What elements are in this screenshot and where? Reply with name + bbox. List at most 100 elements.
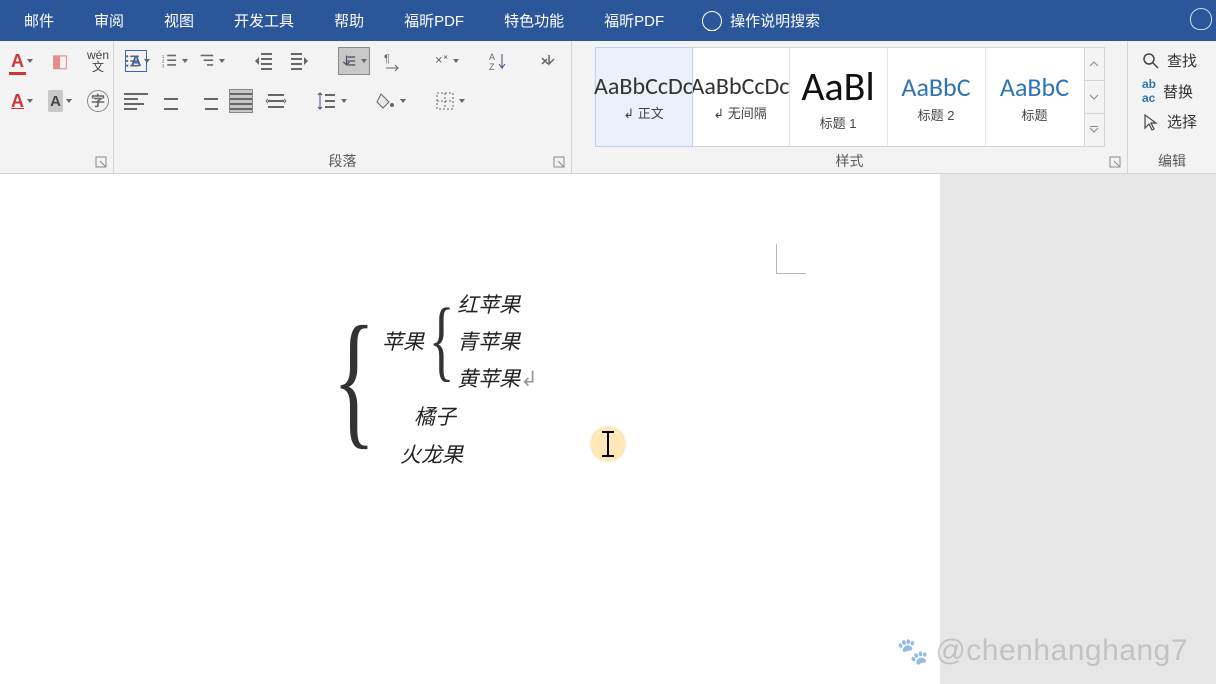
equation-content[interactable]: { 苹果 { 红苹果 青苹果 黄苹果↲ 橘子 火龙果 (318, 289, 538, 469)
sibling-item: 橘子 (414, 401, 456, 431)
svg-text:Z: Z (489, 62, 495, 72)
page[interactable]: { 苹果 { 红苹果 青苹果 黄苹果↲ 橘子 火龙果 (0, 174, 940, 684)
style-nospacing[interactable]: AaBbCcDc ↲ 无间隔 (692, 48, 790, 146)
menu-help[interactable]: 帮助 (314, 0, 384, 41)
inner-item: 黄苹果↲ (457, 363, 538, 393)
align-center-button[interactable] (159, 89, 183, 113)
replace-label: 替换 (1163, 81, 1193, 102)
find-button[interactable]: 查找 (1138, 47, 1206, 74)
help-search-label: 操作说明搜索 (730, 10, 820, 31)
paragraph-dialog-launcher[interactable] (553, 156, 567, 170)
decrease-indent-button[interactable] (252, 47, 276, 75)
increase-indent-button[interactable] (287, 47, 311, 75)
bulb-icon (702, 11, 722, 31)
watermark-text: @chenhanghang7 (935, 634, 1188, 668)
style-preview: AaBbC (901, 71, 970, 103)
select-label: 选择 (1167, 111, 1197, 132)
style-name: 标题 1 (820, 113, 857, 132)
styles-gallery-nav (1084, 48, 1104, 146)
svg-text:¶: ¶ (384, 53, 390, 65)
enclose-char-button[interactable]: 字 (86, 87, 110, 115)
paragraph-group-label: 段落 (124, 147, 561, 174)
paw-icon: 🐾 (896, 636, 929, 667)
style-name: 标题 2 (918, 105, 955, 124)
help-search[interactable]: 操作说明搜索 (702, 10, 820, 31)
clear-format-button[interactable]: ◧ (48, 47, 72, 75)
style-title[interactable]: AaBbC 标题 (986, 48, 1084, 146)
style-name: 标题 (1021, 105, 1047, 124)
style-heading1[interactable]: AaBl 标题 1 (790, 48, 888, 146)
menu-foxit-pdf-1[interactable]: 福昕PDF (384, 0, 484, 41)
menu-devtools[interactable]: 开发工具 (214, 0, 314, 41)
gallery-more-button[interactable] (1085, 114, 1104, 146)
menu-view[interactable]: 视图 (144, 0, 214, 41)
numbering-button[interactable]: 123 (161, 47, 187, 75)
document-area: { 苹果 { 红苹果 青苹果 黄苹果↲ 橘子 火龙果 (0, 174, 1216, 684)
font-dialog-launcher[interactable] (95, 156, 109, 170)
account-icon[interactable] (1190, 8, 1212, 30)
search-icon (1142, 52, 1160, 70)
shading-button[interactable] (375, 87, 406, 115)
asian-layout-button[interactable]: ✕ (433, 47, 459, 75)
ribbon-group-styles: AaBbCcDc ↲ 正文 AaBbCcDc ↲ 无间隔 AaBl 标题 1 A… (572, 41, 1128, 174)
gallery-up-button[interactable] (1085, 48, 1104, 81)
distribute-button[interactable] (264, 87, 288, 115)
style-name: ↲ 正文 (623, 103, 664, 122)
menu-mail[interactable]: 邮件 (4, 0, 74, 41)
borders-button[interactable] (434, 87, 465, 115)
text-direction-button[interactable] (338, 47, 370, 75)
style-name: ↲ 无间隔 (713, 103, 767, 122)
brace-icon: { (332, 304, 375, 454)
style-normal[interactable]: AaBbCcDc ↲ 正文 (595, 47, 693, 147)
align-justify-button[interactable] (229, 89, 253, 113)
ltr-text-button[interactable]: ¶ (381, 47, 405, 75)
font-group-label (10, 167, 103, 174)
page-margin-corner (776, 244, 806, 274)
outer-label: 苹果 (382, 326, 424, 356)
style-preview: AaBl (801, 62, 874, 111)
editing-group-label: 编辑 (1138, 147, 1206, 174)
bullets-button[interactable] (124, 47, 150, 75)
menu-review[interactable]: 审阅 (74, 0, 144, 41)
menu-foxit-pdf-2[interactable]: 福昕PDF (584, 0, 684, 41)
line-spacing-button[interactable] (316, 87, 347, 115)
inner-item: 红苹果 (457, 289, 538, 319)
svg-text:3: 3 (162, 63, 165, 69)
inner-item: 青苹果 (457, 326, 538, 356)
font-color-button[interactable]: A (10, 47, 34, 75)
styles-gallery: AaBbCcDc ↲ 正文 AaBbCcDc ↲ 无间隔 AaBl 标题 1 A… (595, 47, 1105, 147)
ribbon-group-editing: 查找 abac 替换 选择 编辑 (1128, 41, 1216, 174)
menu-bar: 邮件 审阅 视图 开发工具 帮助 福昕PDF 特色功能 福昕PDF 操作说明搜索 (0, 0, 1216, 41)
font-color-2-button[interactable]: A (10, 87, 34, 115)
svg-text:✕: ✕ (434, 55, 443, 66)
gallery-down-button[interactable] (1085, 81, 1104, 114)
watermark: 🐾 @chenhanghang7 (896, 634, 1188, 668)
sibling-item: 火龙果 (400, 439, 463, 469)
multilevel-list-button[interactable] (199, 47, 225, 75)
select-button[interactable]: 选择 (1138, 108, 1206, 135)
style-preview: AaBbC (1000, 71, 1069, 103)
text-highlight-button[interactable]: A (48, 87, 72, 115)
styles-dialog-launcher[interactable] (1109, 156, 1123, 170)
ribbon: A ◧ wén文 A A A 字 123 ¶ ✕ (0, 41, 1216, 174)
replace-icon: abac (1142, 77, 1156, 105)
ribbon-group-paragraph: 123 ¶ ✕ AZ 段落 (114, 41, 572, 174)
show-marks-button[interactable] (537, 47, 561, 75)
cursor-highlight (590, 426, 626, 462)
find-label: 查找 (1167, 50, 1197, 71)
phonetic-guide-button[interactable]: wén文 (86, 47, 110, 75)
align-right-button[interactable] (194, 89, 218, 113)
ibeam-cursor-icon (607, 433, 609, 455)
ribbon-group-font: A ◧ wén文 A A A 字 (0, 41, 114, 174)
brace-icon: { (429, 296, 455, 386)
cursor-icon (1142, 113, 1160, 131)
styles-group-label: 样式 (836, 147, 864, 174)
style-heading2[interactable]: AaBbC 标题 2 (888, 48, 986, 146)
replace-button[interactable]: abac 替换 (1138, 74, 1206, 108)
sort-button[interactable]: AZ (486, 47, 510, 75)
align-left-button[interactable] (124, 89, 148, 113)
style-preview: AaBbCcDc (594, 72, 693, 101)
menu-special[interactable]: 特色功能 (484, 0, 584, 41)
style-preview: AaBbCcDc (691, 72, 790, 101)
svg-text:A: A (489, 52, 495, 62)
